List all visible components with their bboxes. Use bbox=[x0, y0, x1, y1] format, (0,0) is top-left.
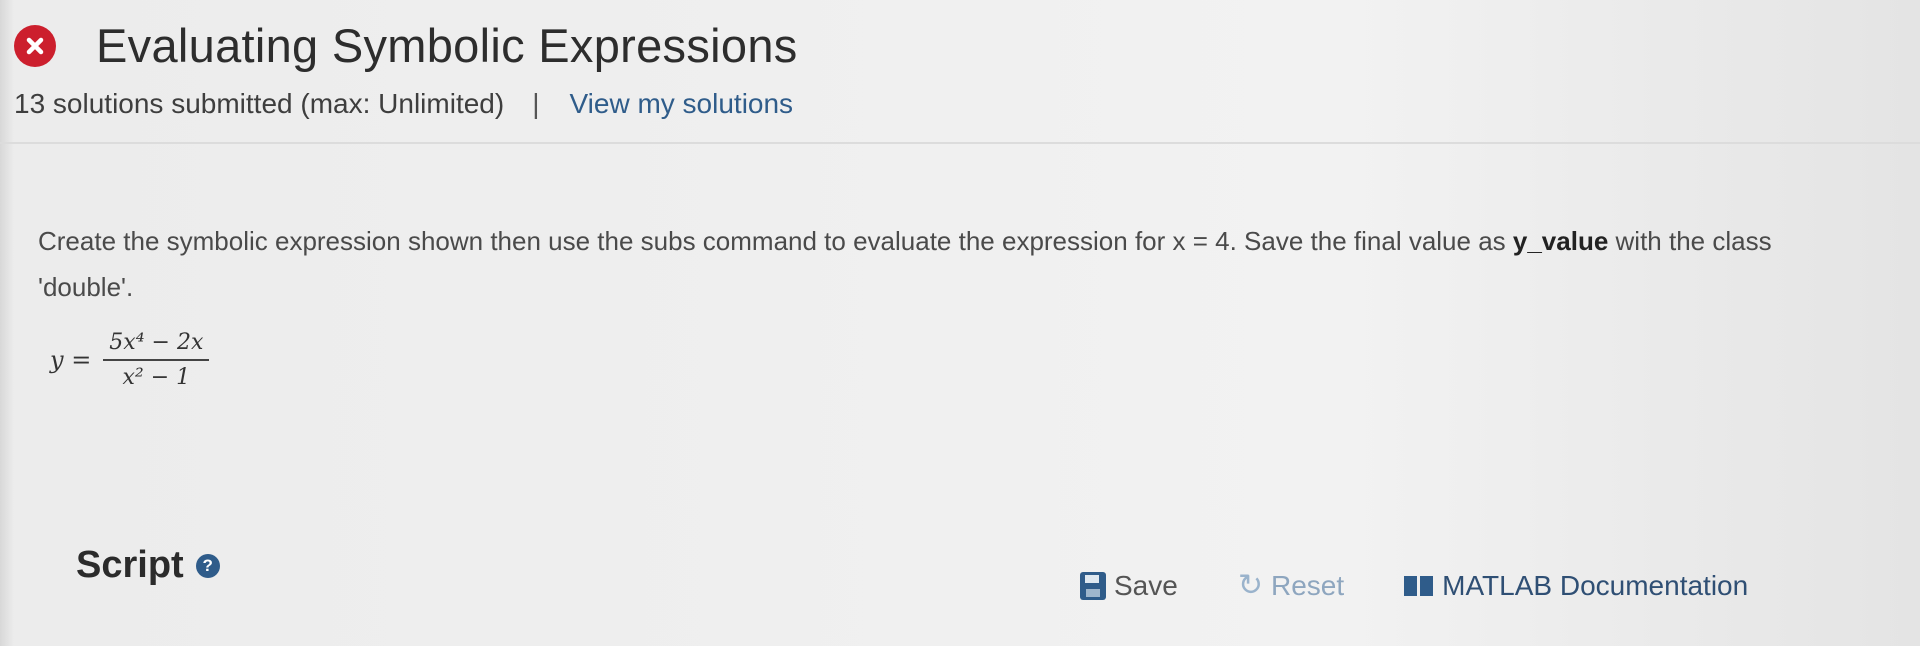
meta-separator: | bbox=[532, 88, 540, 119]
doc-label: MATLAB Documentation bbox=[1442, 569, 1749, 601]
floppy-disk-icon bbox=[1080, 571, 1106, 600]
problem-variable: y_value bbox=[1512, 226, 1609, 256]
problem-description: Create the symbolic expression shown the… bbox=[38, 218, 1838, 310]
reset-button[interactable]: ↻ Reset bbox=[1238, 568, 1344, 603]
submission-count: 13 solutions submitted (max: Unlimited) bbox=[14, 88, 505, 119]
problem-page: Evaluating Symbolic Expressions 13 solut… bbox=[0, 0, 1920, 646]
equation-numerator: 5x⁴ − 2x bbox=[103, 330, 210, 361]
problem-header: Evaluating Symbolic Expressions bbox=[14, 18, 1920, 73]
submission-meta: 13 solutions submitted (max: Unlimited) … bbox=[14, 88, 793, 120]
save-button[interactable]: Save bbox=[1080, 570, 1178, 602]
equation-image: y = 5x⁴ − 2x x² − 1 bbox=[50, 330, 210, 390]
error-x-icon bbox=[14, 24, 56, 67]
script-section-label: Script ? bbox=[76, 544, 220, 587]
equation-fraction: 5x⁴ − 2x x² − 1 bbox=[103, 330, 210, 390]
equation-lhs: y = bbox=[50, 346, 92, 374]
save-label: Save bbox=[1114, 569, 1178, 601]
script-label: Script bbox=[76, 544, 184, 586]
page-title: Evaluating Symbolic Expressions bbox=[96, 19, 798, 72]
script-toolbar: Save ↻ Reset MATLAB Documentation bbox=[1080, 568, 1748, 603]
header-divider bbox=[0, 142, 1920, 144]
matlab-documentation-link[interactable]: MATLAB Documentation bbox=[1404, 570, 1748, 602]
equation-denominator: x² − 1 bbox=[122, 365, 191, 390]
refresh-icon: ↻ bbox=[1237, 569, 1263, 602]
question-circle-icon[interactable]: ? bbox=[195, 553, 220, 578]
problem-text-before: Create the symbolic expression shown the… bbox=[38, 226, 1513, 256]
view-solutions-link[interactable]: View my solutions bbox=[569, 88, 793, 120]
book-icon bbox=[1404, 575, 1434, 596]
reset-label: Reset bbox=[1270, 569, 1345, 601]
